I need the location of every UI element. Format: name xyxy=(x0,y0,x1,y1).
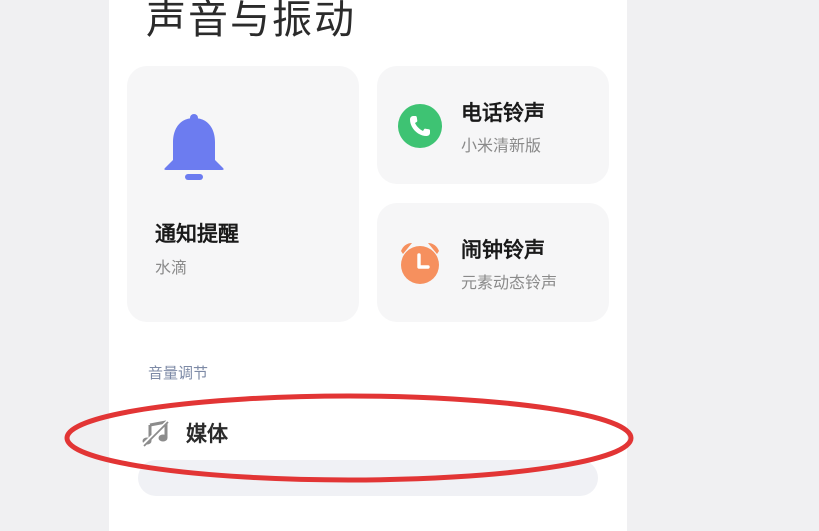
ringtone-subtitle: 小米清新版 xyxy=(461,136,542,155)
media-volume-slider[interactable] xyxy=(138,460,598,496)
media-label: 媒体 xyxy=(186,422,228,446)
volume-section-label: 音量调节 xyxy=(148,364,209,382)
page-title: 声音与振动 xyxy=(146,0,356,43)
bell-icon xyxy=(161,112,227,188)
phone-icon xyxy=(397,103,443,149)
ringtone-card[interactable]: 电话铃声 小米清新版 xyxy=(377,66,609,184)
notification-subtitle: 水滴 xyxy=(155,258,188,277)
alarm-subtitle: 元素动态铃声 xyxy=(461,273,558,292)
alarm-clock-icon xyxy=(397,240,443,286)
music-note-icon xyxy=(141,419,170,447)
notification-sound-card[interactable]: 通知提醒 水滴 xyxy=(127,66,359,322)
notification-title: 通知提醒 xyxy=(155,222,239,246)
screenshot-stage: 声音与振动 通知提醒 水滴 电话铃声 小米清新版 闹钟铃声 元素动态铃声 音量调… xyxy=(0,0,819,531)
alarm-sound-card[interactable]: 闹钟铃声 元素动态铃声 xyxy=(377,203,609,322)
ringtone-title: 电话铃声 xyxy=(461,101,545,125)
settings-screen: 声音与振动 通知提醒 水滴 电话铃声 小米清新版 闹钟铃声 元素动态铃声 音量调… xyxy=(109,0,627,531)
media-volume-row: 媒体 xyxy=(139,413,599,453)
alarm-title: 闹钟铃声 xyxy=(461,238,545,262)
